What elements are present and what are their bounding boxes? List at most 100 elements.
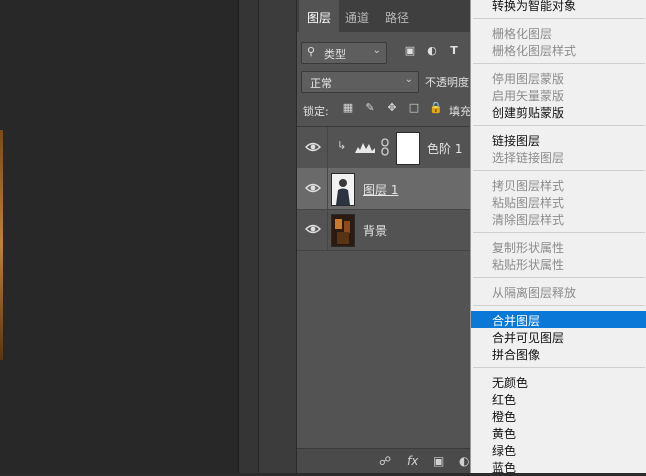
menu-item[interactable]: 合并可见图层 [471, 328, 646, 345]
menu-separator [473, 125, 645, 126]
chain-link-icon[interactable] [380, 138, 390, 156]
adjustment-filter-icon[interactable]: ◐ [425, 44, 439, 58]
menu-item-label: 转换为智能对象 [492, 0, 577, 13]
layer-row-photo[interactable]: 图层 1 [297, 168, 477, 210]
menu-item-label: 选择链接图层 [492, 151, 565, 165]
menu-separator [473, 170, 645, 171]
menu-item[interactable]: 转换为智能对象 [471, 0, 646, 13]
menu-item[interactable]: 橙色 [471, 407, 646, 424]
menu-item-label: 栅格化图层 [492, 27, 553, 41]
layer-style-fx-icon[interactable]: fx [407, 454, 418, 468]
menu-item-label: 从隔离图层释放 [492, 286, 577, 300]
panel-tab-bar: 图层 通道 路径 [297, 0, 477, 32]
menu-item-label: 合并图层 [492, 314, 541, 328]
menu-item[interactable]: 无颜色 [471, 373, 646, 390]
layer-context-menu: 转换为智能对象 栅格化图层栅格化图层样式 停用图层蒙版 启用矢量蒙版 创建剪贴蒙版 链接图… [470, 0, 646, 475]
menu-item: 栅格化图层样式 [471, 41, 646, 58]
layer-row-levels[interactable]: ↳ 色阶 1 [297, 127, 477, 169]
menu-item-label: 清除图层样式 [492, 213, 565, 227]
menu-item: 选择链接图层 [471, 148, 646, 165]
clipping-arrow-icon: ↳ [337, 139, 347, 152]
menu-item-label: 蓝色 [492, 461, 517, 475]
layer-thumbnail[interactable] [331, 214, 355, 247]
menu-item-label: 红色 [492, 393, 517, 407]
search-icon: ⚲ [307, 45, 316, 58]
add-mask-icon[interactable]: ▣ [433, 454, 444, 468]
menu-item: 停用图层蒙版 [471, 69, 646, 86]
menu-separator [473, 367, 645, 368]
layer-row-background[interactable]: 背景 [297, 209, 477, 251]
menu-item-label: 粘贴图层样式 [492, 196, 565, 210]
menu-item-label: 黄色 [492, 427, 517, 441]
menu-item-label: 复制形状属性 [492, 241, 565, 255]
menu-item[interactable]: 蓝色 [471, 458, 646, 475]
visibility-eye-icon[interactable] [305, 181, 321, 195]
lock-label: 锁定: [303, 105, 329, 118]
eye-column-divider [327, 209, 328, 250]
chevron-down-icon: ⌄ [372, 45, 381, 56]
lock-transparent-icon[interactable]: ▦ [341, 101, 355, 115]
visibility-eye-icon[interactable] [305, 140, 321, 154]
menu-item-label: 启用矢量蒙版 [492, 89, 565, 103]
opacity-label: 不透明度 [425, 76, 469, 89]
new-adjustment-icon[interactable]: ◐ [459, 454, 469, 468]
menu-item[interactable]: 拼合图像 [471, 345, 646, 362]
menu-item-label: 栅格化图层样式 [492, 44, 577, 58]
layer-name[interactable]: 背景 [363, 222, 387, 239]
menu-item: 拷贝图层样式 [471, 176, 646, 193]
menu-item: 栅格化图层 [471, 24, 646, 41]
menu-item-label: 粘贴形状属性 [492, 258, 565, 272]
menu-separator [473, 305, 645, 306]
tab-channels[interactable]: 通道 [345, 9, 369, 26]
image-filter-icon[interactable]: ▣ [403, 44, 417, 58]
lock-paint-brush-icon[interactable]: ✎ [363, 101, 377, 115]
menu-item[interactable]: 合并图层 [471, 311, 646, 328]
menu-item[interactable]: 绿色 [471, 441, 646, 458]
menu-item-label: 拷贝图层样式 [492, 179, 565, 193]
canvas-area[interactable] [0, 0, 238, 473]
levels-adjustment-icon [355, 143, 375, 153]
menu-item[interactable]: 创建剪贴蒙版 [471, 103, 646, 120]
eye-column-divider [327, 168, 328, 209]
panel-gutter [238, 0, 259, 473]
menu-item-label: 无颜色 [492, 376, 529, 390]
filter-type-label: 类型 [324, 48, 346, 61]
layer-mask-thumbnail[interactable] [396, 132, 420, 165]
tab-paths[interactable]: 路径 [385, 9, 409, 26]
menu-item-label: 合并可见图层 [492, 331, 565, 345]
layer-list: ↳ 色阶 1 图层 1 背景 [297, 126, 477, 449]
menu-item-label: 链接图层 [492, 134, 541, 148]
menu-item[interactable]: 链接图层 [471, 131, 646, 148]
menu-item-label: 橙色 [492, 410, 517, 424]
type-filter-icon[interactable]: T [447, 44, 461, 58]
menu-item-label: 绿色 [492, 444, 517, 458]
lock-position-move-icon[interactable]: ✥ [385, 101, 399, 115]
canvas-image-edge [0, 130, 3, 360]
blend-mode-select[interactable]: 正常 ⌄ [301, 71, 419, 93]
menu-item-label: 停用图层蒙版 [492, 72, 565, 86]
layer-filter-select[interactable]: ⚲ 类型 ⌄ [301, 42, 387, 64]
layer-thumbnail[interactable] [331, 173, 355, 206]
menu-item: 粘贴图层样式 [471, 193, 646, 210]
menu-separator [473, 18, 645, 19]
layer-name[interactable]: 色阶 1 [427, 140, 462, 157]
layer-name[interactable]: 图层 1 [363, 181, 398, 198]
menu-item: 清除图层样式 [471, 210, 646, 227]
chevron-down-icon: ⌄ [404, 74, 413, 85]
menu-separator [473, 277, 645, 278]
menu-item: 复制形状属性 [471, 238, 646, 255]
menu-item[interactable]: 红色 [471, 390, 646, 407]
menu-item-label: 创建剪贴蒙版 [492, 106, 565, 120]
lock-all-icon[interactable]: 🔒 [429, 101, 443, 115]
menu-item: 从隔离图层释放 [471, 283, 646, 300]
blend-mode-value: 正常 [310, 77, 332, 90]
link-layers-icon[interactable]: ☍ [379, 454, 391, 468]
lock-artboard-icon[interactable]: □ [407, 101, 421, 115]
eye-column-divider [327, 127, 328, 168]
menu-item: 粘贴形状属性 [471, 255, 646, 272]
visibility-eye-icon[interactable] [305, 222, 321, 236]
panel-footer: ☍ fx ▣ ◐ [297, 448, 477, 473]
tab-layers[interactable]: 图层 [307, 9, 331, 26]
menu-separator [473, 232, 645, 233]
menu-item[interactable]: 黄色 [471, 424, 646, 441]
